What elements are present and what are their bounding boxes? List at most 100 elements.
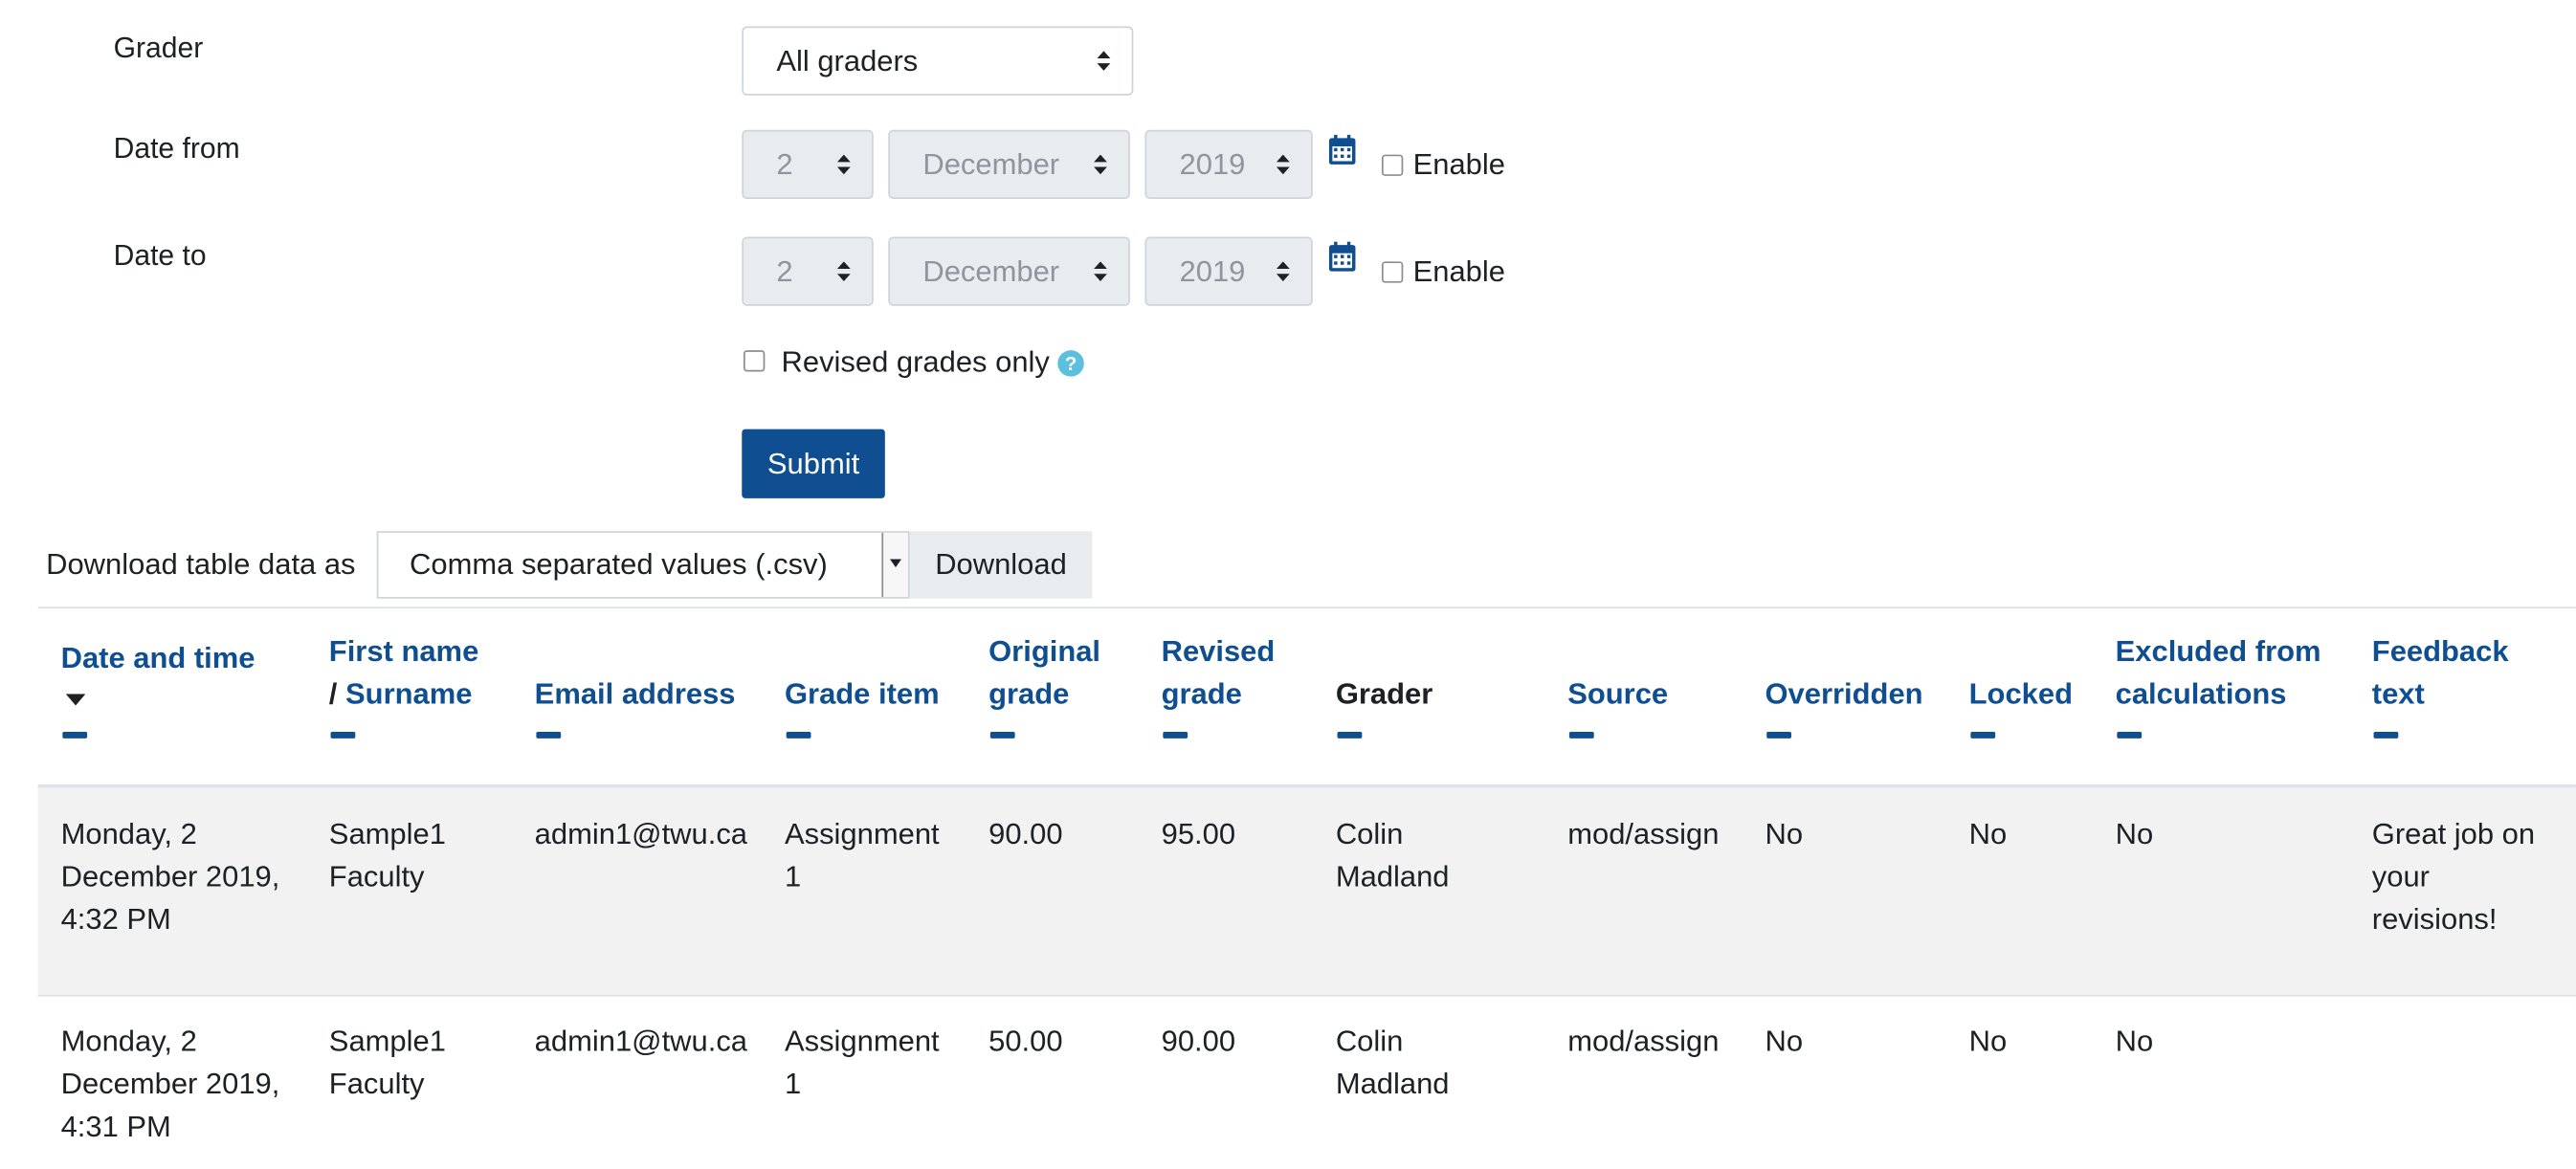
cell-datetime: Monday, 2 December 2019, 4:32 PM: [61, 812, 280, 940]
grader-line: Madland: [1335, 1067, 1450, 1101]
grader-line: Colin: [1335, 1024, 1404, 1058]
header-revised-grade: Revised grade: [1162, 635, 1318, 778]
header-overridden: Overridden: [1765, 636, 1945, 778]
sort-desc-icon[interactable]: [65, 694, 86, 706]
date-from-month-value: December: [922, 146, 1060, 181]
cell-datetime-line: 4:32 PM: [60, 902, 171, 937]
header-locked: Locked: [1969, 636, 2101, 778]
header-feedback: Feedback text: [2372, 635, 2553, 778]
feedback-line: revisions!: [2371, 902, 2498, 937]
sort-locked-link[interactable]: Locked: [1969, 677, 2073, 710]
chevron-down-icon: [881, 532, 908, 597]
header-grade-item: Grade item: [785, 636, 974, 778]
revised-only-checkbox[interactable]: [743, 350, 766, 372]
cell-locked: No: [1968, 1024, 2008, 1058]
collapse-column-icon[interactable]: [989, 731, 1015, 739]
date-from-enable-label: Enable: [1412, 147, 1505, 182]
grader-link[interactable]: Colin Madland: [1336, 1020, 1450, 1105]
up-down-caret-icon: [1092, 260, 1108, 283]
collapse-column-icon[interactable]: [536, 731, 562, 739]
collapse-column-icon[interactable]: [1568, 731, 1594, 739]
sort-feedback-link-2[interactable]: text: [2372, 677, 2425, 710]
date-to-year-select[interactable]: 2019: [1144, 236, 1313, 306]
cell-source: mod/assign: [1567, 817, 1720, 850]
grade-item-link[interactable]: Assignment 1: [785, 1020, 940, 1105]
collapse-column-icon[interactable]: [786, 731, 811, 739]
user-name-line: Sample1: [328, 1024, 446, 1058]
collapse-column-icon[interactable]: [2117, 731, 2143, 739]
date-from-day-select[interactable]: 2: [742, 129, 874, 199]
cell-datetime-line: Monday, 2: [60, 817, 197, 850]
cell-email: admin1@twu.ca: [534, 817, 748, 850]
sort-revised-grade-link-2[interactable]: grade: [1162, 677, 1242, 710]
date-from-year-select[interactable]: 2019: [1144, 129, 1313, 199]
date-to-enable-checkbox[interactable]: [1381, 261, 1404, 283]
up-down-caret-icon: [835, 260, 852, 283]
user-name-link[interactable]: Sample1 Faculty: [329, 812, 446, 897]
collapse-column-icon[interactable]: [62, 731, 88, 739]
cell-source: mod/assign: [1567, 1024, 1720, 1058]
sort-original-grade-link[interactable]: Original: [988, 635, 1100, 668]
collapse-column-icon[interactable]: [1163, 731, 1188, 739]
grader-header-text: Grader: [1335, 677, 1433, 711]
date-to-day-select[interactable]: 2: [742, 236, 874, 306]
user-name-link[interactable]: Sample1 Faculty: [329, 1020, 446, 1105]
submit-button[interactable]: Submit: [742, 429, 885, 498]
download-button[interactable]: Download: [909, 531, 1093, 599]
grader-link[interactable]: Colin Madland: [1336, 812, 1450, 897]
date-to-month-value: December: [922, 254, 1060, 287]
download-format-select[interactable]: Comma separated values (.csv): [376, 531, 910, 599]
collapse-column-icon[interactable]: [1970, 731, 1996, 739]
collapse-column-icon[interactable]: [330, 731, 356, 739]
grader-line: Madland: [1335, 860, 1450, 893]
sort-excluded-link[interactable]: Excluded from: [2116, 635, 2321, 668]
sort-overridden-link[interactable]: Overridden: [1765, 677, 1922, 710]
date-from-day-value: 2: [776, 146, 793, 181]
date-from-year-value: 2019: [1179, 146, 1246, 181]
user-name-line: Sample1: [328, 817, 446, 850]
up-down-caret-icon: [1275, 260, 1291, 283]
calendar-icon[interactable]: [1327, 240, 1357, 273]
grade-item-line: 1: [784, 860, 802, 893]
grader-line: Colin: [1335, 817, 1404, 850]
date-to-label: Date to: [113, 238, 207, 272]
feedback-line: your: [2371, 860, 2430, 893]
date-from-month-select[interactable]: December: [888, 129, 1130, 199]
sort-source-link[interactable]: Source: [1567, 677, 1668, 710]
sort-excluded-link-2[interactable]: calculations: [2116, 677, 2287, 710]
name-separator: /: [328, 677, 338, 711]
grade-item-line: 1: [784, 1067, 802, 1101]
date-to-enable-label: Enable: [1412, 254, 1505, 288]
grader-select[interactable]: All graders: [742, 26, 1134, 96]
cell-datetime-line: Monday, 2: [60, 1024, 197, 1058]
table-top-divider: [37, 607, 2576, 609]
date-from-enable-checkbox[interactable]: [1381, 154, 1404, 176]
cell-revised-grade: 90.00: [1161, 1024, 1236, 1058]
sort-feedback-link[interactable]: Feedback: [2372, 635, 2509, 668]
date-to-day-value: 2: [776, 254, 793, 287]
header-name: First name / Surname: [328, 635, 519, 778]
collapse-column-icon[interactable]: [1766, 731, 1791, 739]
header-source: Source: [1567, 636, 1732, 778]
sort-first-name-link[interactable]: First name: [329, 635, 478, 668]
grade-item-line: Assignment: [784, 1024, 940, 1058]
cell-overridden: No: [1765, 1024, 1804, 1058]
sort-email-link[interactable]: Email address: [535, 677, 736, 710]
cell-datetime: Monday, 2 December 2019, 4:31 PM: [61, 1020, 280, 1148]
sort-original-grade-link-2[interactable]: grade: [988, 677, 1069, 710]
cell-excluded: No: [2115, 1024, 2154, 1058]
download-label: Download table data as: [46, 547, 356, 581]
sort-grade-item-link[interactable]: Grade item: [785, 677, 940, 710]
collapse-column-icon[interactable]: [1337, 731, 1363, 739]
date-to-month-select[interactable]: December: [888, 236, 1130, 306]
sort-date-and-time-link[interactable]: Date and time: [61, 641, 255, 673]
help-icon[interactable]: ?: [1057, 350, 1084, 377]
user-name-line: Faculty: [328, 1067, 425, 1101]
grader-label: Grader: [113, 31, 204, 65]
user-name-line: Faculty: [328, 860, 425, 893]
sort-surname-link[interactable]: Surname: [345, 677, 472, 710]
grade-item-link[interactable]: Assignment 1: [785, 812, 940, 897]
calendar-icon[interactable]: [1327, 133, 1357, 165]
sort-revised-grade-link[interactable]: Revised: [1162, 635, 1276, 668]
collapse-column-icon[interactable]: [2373, 731, 2399, 739]
